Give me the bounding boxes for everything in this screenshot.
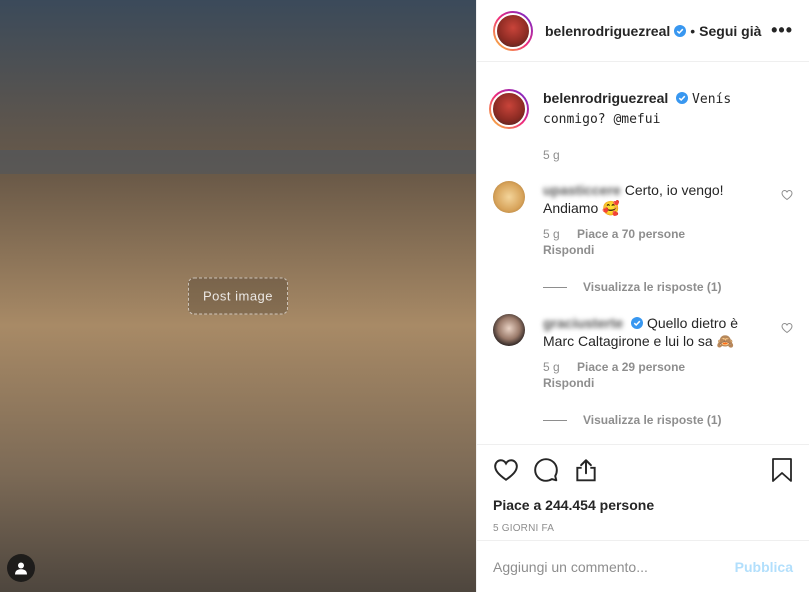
like-comment-icon[interactable] (781, 322, 793, 334)
comment-icon (534, 458, 558, 482)
replies-line (543, 286, 567, 288)
comment-button[interactable] (533, 457, 559, 483)
reply-button[interactable]: Rispondi (543, 243, 594, 257)
comment-time[interactable]: 5 g (543, 227, 560, 241)
separator-dot: • (690, 22, 696, 39)
comment-item: graciusterte Quello dietro è Marc Caltag… (493, 314, 793, 391)
sea-horizon (0, 150, 476, 174)
comment-meta: 5 g Piace a 29 persone Rispondi (543, 359, 763, 391)
reply-button[interactable]: Rispondi (543, 376, 594, 390)
caption-avatar[interactable] (489, 89, 529, 129)
heart-icon (494, 459, 518, 481)
view-replies-button[interactable]: Visualizza le risposte (1) (543, 413, 793, 427)
comments-list[interactable]: belenrodriguezreal Venís conmigo? @mefui… (477, 63, 809, 444)
add-comment-input[interactable] (493, 558, 735, 575)
more-options-button[interactable]: ••• (771, 20, 793, 41)
author-avatar[interactable] (493, 10, 533, 51)
verified-badge-icon (674, 24, 687, 37)
caption-meta: 5 g (543, 147, 763, 163)
post-header: belenrodriguezreal • Segui già ••• (477, 0, 809, 62)
view-replies-label: Visualizza le risposte (1) (583, 413, 722, 427)
caption: belenrodriguezreal Venís conmigo? @mefui… (489, 89, 793, 163)
action-icons (493, 455, 793, 485)
share-icon (576, 459, 596, 482)
like-button[interactable] (493, 457, 519, 483)
bookmark-icon (772, 458, 792, 482)
commenter-avatar[interactable] (493, 314, 525, 346)
comment-text: upasticcere Certo, io vengo! Andiamo 🥰 (543, 181, 763, 217)
post-date[interactable]: 5 GIORNI FA (493, 523, 793, 534)
like-comment-icon[interactable] (781, 189, 793, 201)
commenter-avatar[interactable] (493, 181, 525, 213)
comment-item: upasticcere Certo, io vengo! Andiamo 🥰 5… (493, 181, 793, 258)
verified-badge-icon (631, 317, 644, 329)
replies-line (543, 419, 567, 421)
commenter-username[interactable]: upasticcere (543, 182, 621, 198)
author-username[interactable]: belenrodriguezreal (545, 23, 670, 39)
verified-badge-icon (676, 92, 689, 104)
comment-composer: Pubblica (477, 540, 809, 592)
caption-text: belenrodriguezreal Venís conmigo? @mefui (543, 89, 763, 129)
comment-time[interactable]: 5 g (543, 360, 560, 374)
caption-username[interactable]: belenrodriguezreal (543, 90, 668, 106)
view-replies-button[interactable]: Visualizza le risposte (1) (543, 280, 793, 294)
user-icon (15, 562, 27, 575)
comment-text: graciusterte Quello dietro è Marc Caltag… (543, 314, 763, 350)
post-likes[interactable]: Piace a 244.454 persone (493, 497, 793, 513)
save-button[interactable] (771, 457, 793, 483)
publish-button[interactable]: Pubblica (735, 559, 793, 575)
comment-likes[interactable]: Piace a 29 persone (577, 360, 685, 374)
follow-button[interactable]: Segui già (699, 23, 761, 39)
post-actions: Piace a 244.454 persone 5 GIORNI FA (477, 444, 809, 534)
image-placeholder-label: Post image (187, 277, 289, 315)
comment-meta: 5 g Piace a 70 persone Rispondi (543, 226, 763, 258)
caption-time[interactable]: 5 g (543, 148, 560, 162)
post-sidebar: belenrodriguezreal • Segui già ••• belen… (476, 0, 809, 592)
comment-likes[interactable]: Piace a 70 persone (577, 227, 685, 241)
share-button[interactable] (573, 457, 599, 483)
commenter-username[interactable]: graciusterte (543, 315, 623, 331)
post-image[interactable]: Post image (0, 0, 476, 592)
tagged-users-button[interactable] (7, 554, 35, 582)
view-replies-label: Visualizza le risposte (1) (583, 280, 722, 294)
